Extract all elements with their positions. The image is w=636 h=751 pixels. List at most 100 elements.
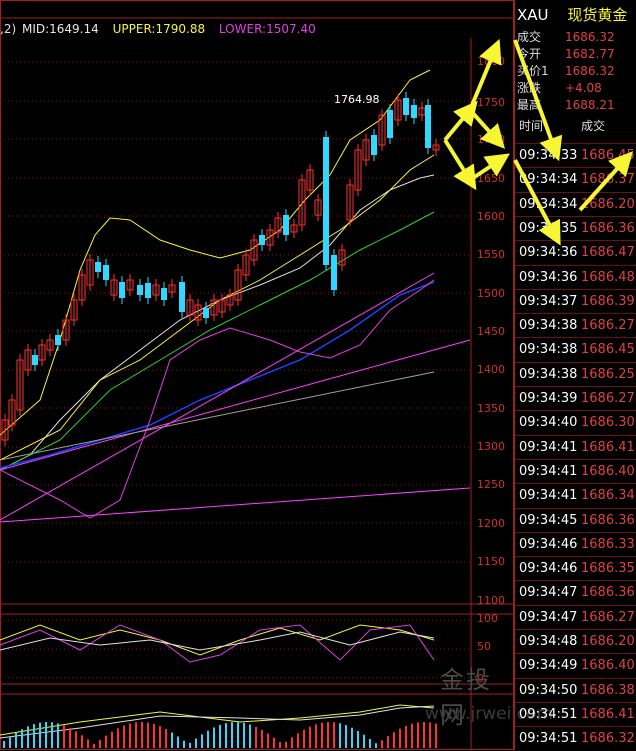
trade-time: 09:34:41 — [519, 439, 578, 455]
price-axis-tick: 1300 — [477, 440, 505, 453]
trade-row[interactable]: 09:34:38 1686.25 — [515, 361, 636, 387]
trade-price: 1686.45 — [581, 342, 635, 358]
indicator-param: ,2) — [0, 22, 17, 36]
trade-time: 09:34:51 — [519, 706, 578, 722]
price-axis-tick: 1100 — [477, 594, 505, 607]
candle-down — [103, 265, 109, 280]
trade-row[interactable]: 09:34:38 1686.45 — [515, 337, 636, 362]
boll-lower-value: LOWER:1507.40 — [218, 22, 316, 36]
trade-row[interactable]: 09:34:37 1686.39 — [515, 288, 636, 314]
price-axis-tick: 1700 — [477, 133, 505, 146]
trade-price: 1686.30 — [581, 415, 635, 431]
candle-down — [95, 262, 101, 272]
price-axis-tick: 1450 — [477, 325, 505, 338]
trade-price: 1686.27 — [581, 609, 635, 625]
trade-row[interactable]: 09:34:36 1686.48 — [515, 264, 636, 290]
quote-row: 最高 1688.21 — [517, 96, 615, 113]
quote-row: 今开 1682.77 — [517, 45, 615, 62]
quote-panel: XAU 现货黄金 成交 1686.32 今开 1682.77 买价1 1686.32 涨跌 +… — [514, 0, 636, 750]
trade-price: 1686.40 — [581, 658, 635, 674]
candle-down — [425, 105, 431, 148]
trade-row[interactable]: 09:34:45 1686.36 — [515, 507, 636, 533]
trade-row[interactable]: 09:34:47 1686.36 — [515, 580, 636, 605]
trade-price: 1686.27 — [581, 391, 635, 406]
trade-time: 09:34:49 — [519, 658, 578, 674]
chart-frame — [0, 0, 514, 750]
trade-row[interactable]: 09:34:33 1686.45 — [515, 143, 636, 168]
trade-price: 1686.38 — [581, 682, 635, 698]
trade-time: 09:34:36 — [519, 245, 578, 261]
boll-upper-value: UPPER:1790.88 — [112, 22, 206, 36]
price-axis-tick: 1550 — [477, 248, 505, 261]
trade-row[interactable]: 09:34:51 1686.32 — [515, 726, 636, 751]
price-axis-tick: 1750 — [477, 96, 505, 109]
trade-row[interactable]: 09:34:41 1686.41 — [515, 434, 636, 460]
trade-price: 1686.33 — [581, 536, 635, 552]
trade-row[interactable]: 09:34:46 1686.33 — [515, 531, 636, 557]
trade-row[interactable]: 09:34:34 1686.37 — [515, 167, 636, 192]
trade-price: 1686.36 — [581, 585, 635, 601]
trade-time: 09:34:34 — [519, 172, 578, 188]
trade-price: 1686.41 — [581, 706, 635, 722]
trade-price: 1686.40 — [581, 463, 635, 479]
trade-row[interactable]: 09:34:39 1686.27 — [515, 386, 636, 411]
trade-row[interactable]: 09:34:51 1686.41 — [515, 701, 636, 727]
trade-row[interactable]: 09:34:35 1686.36 — [515, 215, 636, 241]
trade-price: 1686.20 — [581, 196, 635, 212]
trade-time: 09:34:34 — [519, 196, 578, 212]
trade-price: 1686.45 — [581, 148, 635, 163]
trade-time: 09:34:46 — [519, 536, 578, 552]
symbol-row[interactable]: XAU 现货黄金 — [517, 4, 627, 25]
candle-down — [387, 110, 393, 138]
trade-price: 1686.39 — [581, 293, 635, 309]
price-axis-tick: 1200 — [477, 517, 505, 530]
candle-down — [283, 215, 289, 235]
trade-row[interactable]: 09:34:41 1686.34 — [515, 483, 636, 508]
trade-row[interactable]: 09:34:49 1686.40 — [515, 653, 636, 678]
trade-row[interactable]: 09:34:36 1686.47 — [515, 240, 636, 265]
candle-down — [119, 282, 125, 298]
trade-time: 09:34:33 — [519, 148, 578, 163]
trend-line — [0, 487, 471, 523]
candle-down — [55, 335, 61, 345]
trade-time: 09:34:41 — [519, 488, 578, 504]
quote-label: 今开 — [517, 47, 542, 61]
quote-value: 1686.32 — [565, 64, 615, 78]
boll-upper-line — [0, 69, 431, 436]
trade-row[interactable]: 09:34:46 1686.35 — [515, 556, 636, 581]
quote-label: 买价1 — [517, 64, 549, 78]
quote-value: 1688.21 — [565, 98, 615, 112]
price-axis-tick: 1400 — [477, 363, 505, 376]
quote-value: +4.08 — [565, 81, 602, 95]
trade-row[interactable]: 09:34:41 1686.40 — [515, 458, 636, 484]
trade-time: 09:34:48 — [519, 634, 578, 649]
trade-price: 1686.41 — [581, 439, 635, 455]
price-axis-tick: 1150 — [477, 555, 505, 568]
trade-row[interactable]: 09:34:40 1686.30 — [515, 410, 636, 435]
boll-mid-value: MID:1649.14 — [21, 22, 99, 36]
trade-price: 1686.32 — [581, 731, 635, 747]
kline-chart-area[interactable]: ,2) MID:1649.14 UPPER:1790.88 LOWER:1507… — [0, 0, 553, 750]
trade-row[interactable]: 09:34:50 1686.38 — [515, 677, 636, 703]
trades-header-volume: 成交 — [581, 119, 606, 133]
trade-row[interactable]: 09:34:47 1686.27 — [515, 604, 636, 630]
candle-down — [411, 105, 417, 118]
candle-down — [403, 98, 409, 115]
price-axis-tick: 1800 — [477, 55, 505, 68]
quote-row: 成交 1686.32 — [517, 28, 615, 45]
trade-row[interactable]: 09:34:38 1686.27 — [515, 313, 636, 338]
trade-row[interactable]: 09:34:34 1686.20 — [515, 191, 636, 217]
price-axis-tick: 1350 — [477, 402, 505, 415]
trade-price: 1686.48 — [581, 269, 635, 285]
trade-row[interactable]: 09:34:48 1686.20 — [515, 629, 636, 654]
trade-time: 09:34:40 — [519, 415, 578, 431]
trade-time: 09:34:38 — [519, 342, 578, 358]
trade-price: 1686.47 — [581, 245, 635, 261]
candle-down — [323, 137, 329, 265]
candle-down — [32, 355, 38, 365]
trades-header-time: 时间 — [519, 119, 544, 133]
trade-time: 09:34:45 — [519, 512, 578, 528]
trade-price: 1686.27 — [581, 318, 635, 334]
price-axis-tick: 1250 — [477, 478, 505, 491]
boll-indicator-header: ,2) MID:1649.14 UPPER:1790.88 LOWER:1507… — [0, 22, 326, 36]
